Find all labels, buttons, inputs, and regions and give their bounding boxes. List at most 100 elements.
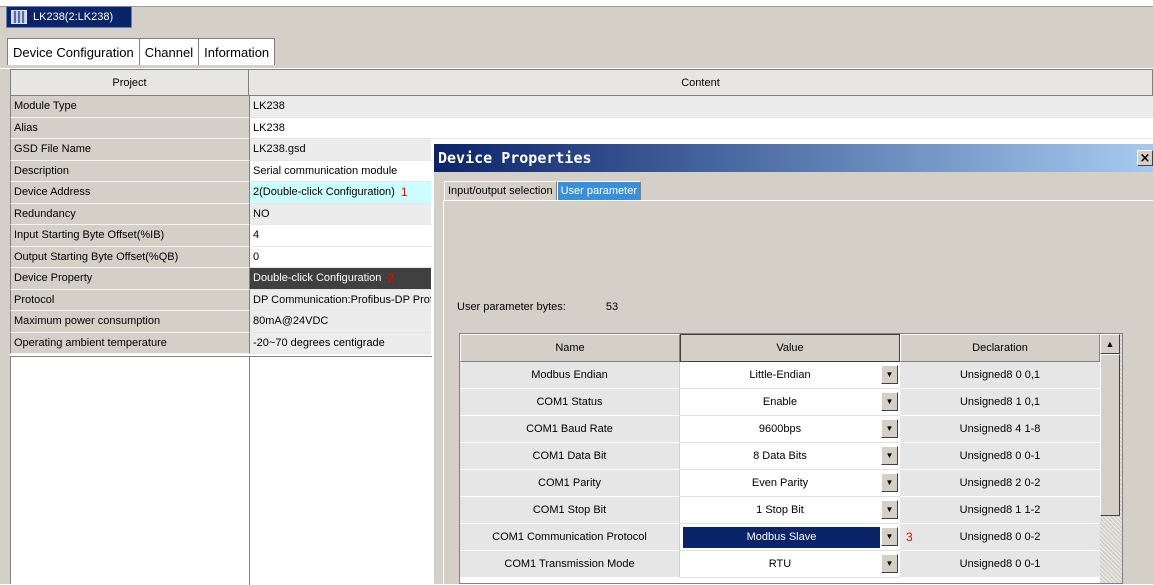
- param-name: COM1 Stop Bit: [460, 497, 680, 524]
- user-parameter-bytes: User parameter bytes: 53: [457, 301, 618, 313]
- row-value: Serial communication module: [249, 160, 431, 182]
- tab-information[interactable]: Information: [198, 38, 276, 65]
- param-name: Modbus Endian: [460, 362, 680, 389]
- device-address-cell[interactable]: 2(Double-click Configuration) 1: [249, 182, 431, 204]
- device-property-cell[interactable]: Double-click Configuration 2: [249, 268, 431, 290]
- parameter-grid-header: Name Value Declaration: [460, 334, 1122, 362]
- row-key: Description: [10, 160, 249, 182]
- table-row[interactable]: Module Type LK238: [10, 96, 1153, 118]
- parameter-grid: Name Value Declaration Modbus Endian Lit…: [459, 333, 1123, 584]
- param-declaration: Unsigned8 0 0,1: [900, 362, 1100, 389]
- table-row[interactable]: COM1 Baud Rate 9600bps ▼ Unsigned8 4 1-8: [460, 416, 1122, 443]
- annotation-marker: 1: [400, 185, 408, 200]
- column-header-name[interactable]: Name: [460, 334, 680, 362]
- column-header-value[interactable]: Value: [680, 334, 900, 362]
- param-value-select[interactable]: 9600bps ▼: [680, 416, 900, 443]
- tab-channel[interactable]: Channel: [138, 38, 200, 65]
- param-declaration: Unsigned8 2 0-2: [900, 470, 1100, 497]
- param-value: 1 Stop Bit: [756, 504, 804, 516]
- param-value-select[interactable]: Modbus Slave ▼: [680, 524, 900, 551]
- param-value: 8 Data Bits: [753, 450, 807, 462]
- user-parameter-bytes-label: User parameter bytes:: [457, 301, 566, 313]
- param-value-select[interactable]: Even Parity ▼: [680, 470, 900, 497]
- param-name: COM1 Status: [460, 389, 680, 416]
- dialog-title: Device Properties: [438, 149, 592, 167]
- dropdown-arrow-icon[interactable]: ▼: [881, 419, 898, 438]
- user-parameter-bytes-value: 53: [605, 301, 619, 313]
- column-header-declaration[interactable]: Declaration: [900, 334, 1100, 362]
- dropdown-arrow-icon[interactable]: ▼: [881, 554, 898, 573]
- tab-device-configuration[interactable]: Device Configuration: [7, 38, 140, 65]
- param-name: COM1 Parity: [460, 470, 680, 497]
- page-tabs: Device Configuration Channel Information: [0, 30, 1153, 68]
- tab-input-output-selection[interactable]: Input/output selection: [444, 181, 557, 200]
- param-name: COM1 Communication Protocol: [460, 524, 680, 551]
- param-declaration: Unsigned8 1 0,1: [900, 389, 1100, 416]
- param-declaration: Unsigned8 0 0-1: [900, 551, 1100, 578]
- param-declaration: Unsigned8 0 0-1: [900, 443, 1100, 470]
- row-key: Input Starting Byte Offset(%IB): [10, 225, 249, 247]
- table-row[interactable]: Modbus Endian Little-Endian ▼ Unsigned8 0…: [460, 362, 1122, 389]
- row-value: DP Communication:Profibus-DP Prof: [249, 289, 431, 311]
- row-value: LK238: [249, 96, 1153, 118]
- dialog-title-bar[interactable]: Device Properties ×: [434, 144, 1153, 172]
- row-value[interactable]: 0: [249, 246, 431, 268]
- table-row[interactable]: COM1 Data Bit 8 Data Bits ▼ Unsigned8 0 0…: [460, 443, 1122, 470]
- row-key: Maximum power consumption: [10, 311, 249, 333]
- table-row[interactable]: COM1 Status Enable ▼ Unsigned8 1 0,1: [460, 389, 1122, 416]
- dialog-tabs: Input/output selection User parameter: [444, 181, 641, 200]
- tab-user-parameter[interactable]: User parameter: [556, 181, 641, 200]
- vertical-scrollbar[interactable]: ▲: [1100, 334, 1122, 583]
- table-row[interactable]: COM1 Stop Bit 1 Stop Bit ▼ Unsigned8 1 1-…: [460, 497, 1122, 524]
- dropdown-arrow-icon[interactable]: ▼: [881, 500, 898, 519]
- column-header-project[interactable]: Project: [10, 69, 249, 96]
- param-value-select[interactable]: Little-Endian ▼: [680, 362, 900, 389]
- scroll-thumb[interactable]: [1100, 354, 1120, 516]
- annotation-marker: 3: [906, 530, 913, 544]
- dropdown-arrow-icon[interactable]: ▼: [881, 365, 898, 384]
- table-row-selected[interactable]: COM1 Communication Protocol Modbus Slave…: [460, 524, 1122, 551]
- row-key: Operating ambient temperature: [10, 332, 249, 354]
- module-icon: [11, 10, 27, 24]
- window-tab-strip: LK238(2:LK238): [0, 0, 1153, 31]
- annotation-marker: 2: [387, 271, 395, 286]
- table-row[interactable]: COM1 Transmission Mode RTU ▼ Unsigned8 0 …: [460, 551, 1122, 578]
- row-value: 80mA@24VDC: [249, 311, 431, 333]
- row-value[interactable]: 4: [249, 225, 431, 247]
- column-header-content[interactable]: Content: [249, 69, 1153, 96]
- dropdown-arrow-icon[interactable]: ▼: [881, 527, 898, 546]
- param-name: COM1 Transmission Mode: [460, 551, 680, 578]
- property-table-header: Project Content: [10, 69, 1153, 96]
- param-value-select[interactable]: RTU ▼: [680, 551, 900, 578]
- row-value: -20~70 degrees centigrade: [249, 332, 431, 354]
- row-key: GSD File Name: [10, 139, 249, 161]
- close-icon[interactable]: ×: [1137, 150, 1153, 166]
- param-value: RTU: [768, 558, 792, 570]
- row-value: LK238.gsd: [249, 139, 431, 161]
- param-value: Modbus Slave: [683, 526, 880, 548]
- param-name: COM1 Data Bit: [460, 443, 680, 470]
- left-gutter: [0, 69, 10, 584]
- device-properties-dialog: Device Properties × Input/output selecti…: [432, 144, 1153, 584]
- dropdown-arrow-icon[interactable]: ▼: [881, 473, 898, 492]
- param-value-select[interactable]: Enable ▼: [680, 389, 900, 416]
- row-key: Output Starting Byte Offset(%QB): [10, 246, 249, 268]
- column-divider: [249, 357, 250, 585]
- dropdown-arrow-icon[interactable]: ▼: [881, 446, 898, 465]
- table-row[interactable]: Alias LK238: [10, 117, 1153, 139]
- param-declaration: Unsigned8 1 1-2: [900, 497, 1100, 524]
- table-row[interactable]: COM1 Parity Even Parity ▼ Unsigned8 2 0-2: [460, 470, 1122, 497]
- param-name: COM1 Baud Rate: [460, 416, 680, 443]
- row-value: NO: [249, 203, 431, 225]
- window-tab-band: [0, 6, 1153, 31]
- row-key: Device Property: [10, 268, 249, 290]
- row-key: Protocol: [10, 289, 249, 311]
- row-key: Alias: [10, 117, 249, 139]
- dropdown-arrow-icon[interactable]: ▼: [881, 392, 898, 411]
- param-declaration: Unsigned8 4 1-8: [900, 416, 1100, 443]
- param-value-select[interactable]: 8 Data Bits ▼: [680, 443, 900, 470]
- scroll-up-icon[interactable]: ▲: [1100, 334, 1120, 354]
- window-tab-lk238[interactable]: LK238(2:LK238): [6, 6, 132, 28]
- param-declaration: 3 Unsigned8 0 0-2: [900, 524, 1100, 551]
- param-value-select[interactable]: 1 Stop Bit ▼: [680, 497, 900, 524]
